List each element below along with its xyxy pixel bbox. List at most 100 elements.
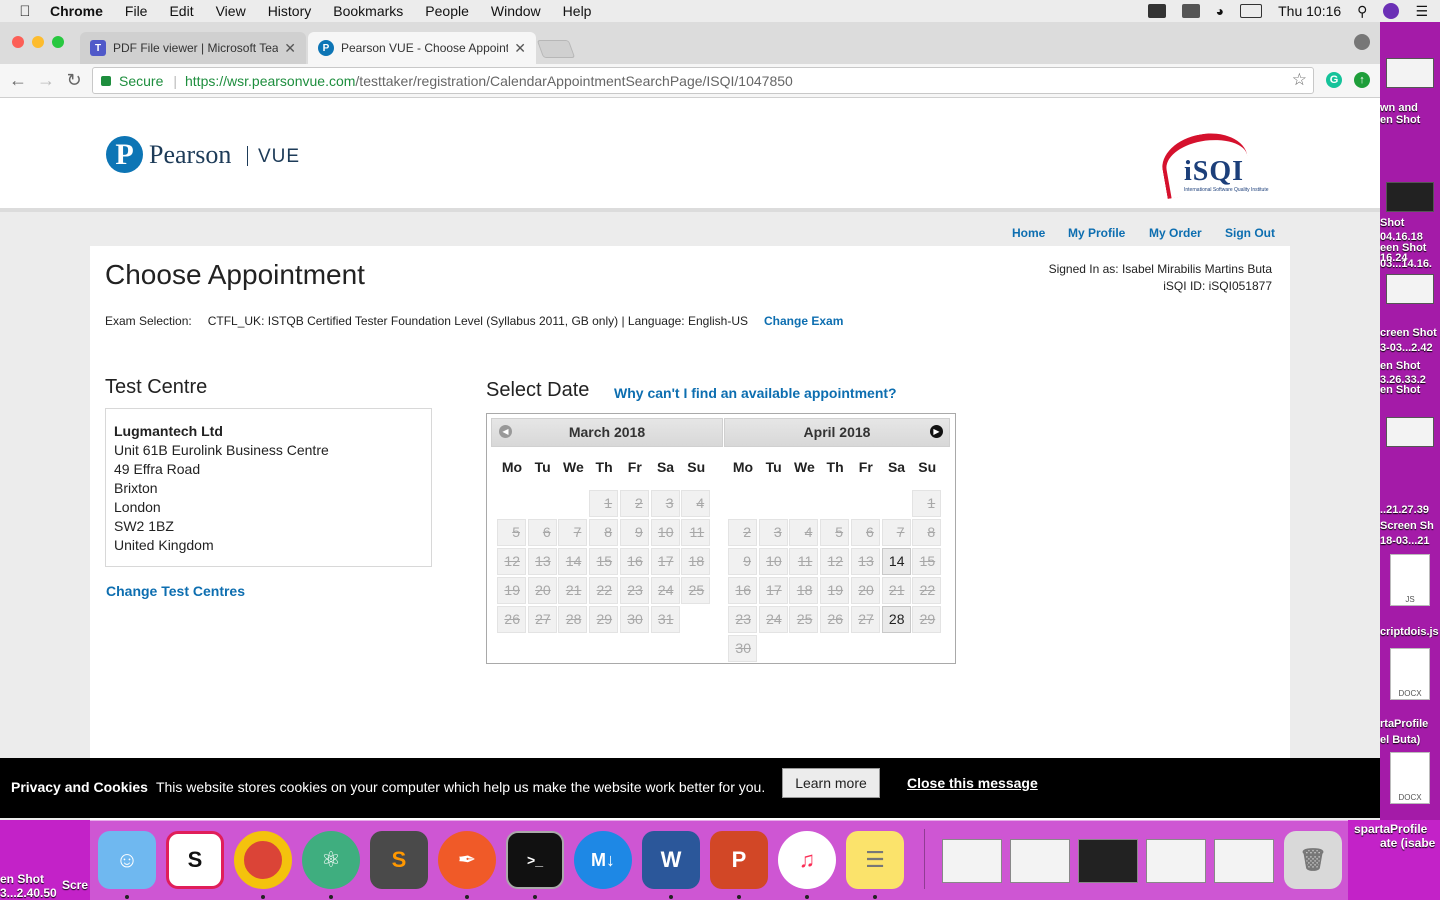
menu-bookmarks[interactable]: Bookmarks xyxy=(333,3,403,19)
powerpoint-icon[interactable]: P xyxy=(710,831,768,889)
running-indicator xyxy=(465,895,469,899)
window-minimize-button[interactable] xyxy=(32,36,44,48)
calendar-day-unavailable: 16 xyxy=(728,577,757,604)
notes-icon[interactable]: ☰ xyxy=(846,831,904,889)
isqi-logo-text: iSQI xyxy=(1184,156,1245,187)
menu-view[interactable]: View xyxy=(216,3,246,19)
grammarly-extension-icon[interactable]: G xyxy=(1326,72,1342,88)
change-exam-link[interactable]: Change Exam xyxy=(764,314,843,328)
calendar-day-unavailable: 3 xyxy=(758,519,788,546)
window-close-button[interactable] xyxy=(12,36,24,48)
apple-menu-icon[interactable]:  xyxy=(0,3,50,20)
calendar-day-unavailable: 20 xyxy=(527,577,557,604)
next-month-icon[interactable]: ▶ xyxy=(930,425,943,438)
bookmark-star-icon[interactable]: ☆ xyxy=(1292,70,1307,90)
calendar-day-unavailable: 5 xyxy=(497,519,526,546)
terminal-icon[interactable]: >_ xyxy=(506,831,564,889)
nav-sign-out-link[interactable]: Sign Out xyxy=(1225,226,1275,240)
notification-center-icon[interactable]: ☰ xyxy=(1415,3,1428,20)
postman-icon[interactable]: ✒ xyxy=(438,831,496,889)
pearson-logo-icon[interactable]: P xyxy=(106,136,143,173)
minimized-window-thumbnail[interactable] xyxy=(942,839,1002,883)
finder-icon[interactable]: ☺ xyxy=(98,831,156,889)
airplay-icon[interactable] xyxy=(1181,4,1200,18)
previous-month-icon[interactable]: ◀ xyxy=(499,425,512,438)
weekday-label: Th xyxy=(595,459,613,475)
why-no-appointment-link[interactable]: Why can't I find an available appointmen… xyxy=(614,385,897,401)
nav-my-order-link[interactable]: My Order xyxy=(1149,226,1202,240)
desktop-js-file-icon[interactable]: JS xyxy=(1390,554,1430,606)
desktop-file-thumbnail[interactable] xyxy=(1386,182,1434,212)
nav-my-profile-link[interactable]: My Profile xyxy=(1068,226,1125,240)
calendar-day-unavailable: 9 xyxy=(728,548,757,575)
desktop-docx-file-icon[interactable]: DOCX xyxy=(1390,648,1430,700)
desktop-file-thumbnail[interactable] xyxy=(1386,274,1434,304)
running-indicator xyxy=(329,895,333,899)
calendar-day-unavailable: 18 xyxy=(681,548,711,575)
browser-toolbar: ← → ↻ Secure | https://wsr.pearsonvue.co… xyxy=(0,64,1380,98)
tab-strip: T PDF File viewer | Microsoft Teams ✕ P … xyxy=(0,22,1380,64)
tab-close-icon[interactable]: ✕ xyxy=(514,40,526,57)
menu-window[interactable]: Window xyxy=(491,3,541,19)
menu-people[interactable]: People xyxy=(425,3,469,19)
close-cookie-message-link[interactable]: Close this message xyxy=(907,775,1038,791)
macdown-icon[interactable]: M↓ xyxy=(574,831,632,889)
minimized-window-thumbnail[interactable] xyxy=(1146,839,1206,883)
tab-close-icon[interactable]: ✕ xyxy=(284,40,296,57)
chrome-icon[interactable] xyxy=(234,831,292,889)
minimized-window-thumbnail[interactable] xyxy=(1214,839,1274,883)
elephant-icon[interactable] xyxy=(1147,4,1166,18)
calendar-day-unavailable: 30 xyxy=(728,635,757,662)
siri-icon[interactable] xyxy=(1383,3,1400,19)
desktop-file-label: 3...2.40.50 xyxy=(0,886,57,900)
calendar-day-unavailable: 1 xyxy=(589,490,619,517)
menu-history[interactable]: History xyxy=(268,3,312,19)
learn-more-button[interactable]: Learn more xyxy=(782,768,880,798)
trash-icon[interactable]: 🗑 xyxy=(1284,831,1342,889)
desktop-file-thumbnail[interactable] xyxy=(1386,417,1434,447)
minimized-window-thumbnail[interactable] xyxy=(1078,839,1138,883)
desktop-docx-file-icon[interactable]: DOCX xyxy=(1390,752,1430,804)
change-test-centres-link[interactable]: Change Test Centres xyxy=(106,583,245,599)
test-centre-box: Lugmantech Ltd Unit 61B Eurolink Busines… xyxy=(105,408,432,567)
menubar-clock[interactable]: Thu 10:16 xyxy=(1278,3,1341,19)
chrome-profile-icon[interactable] xyxy=(1354,34,1370,50)
calendar-day-available[interactable]: 28 xyxy=(881,606,911,633)
address-bar[interactable]: Secure | https://wsr.pearsonvue.com /tes… xyxy=(92,67,1314,94)
wifi-icon[interactable]: ◕ xyxy=(1216,3,1224,19)
weekday-label: Th xyxy=(826,459,844,475)
menu-edit[interactable]: Edit xyxy=(169,3,193,19)
menu-file[interactable]: File xyxy=(125,3,148,19)
site-header: P Pearson VUE iSQI International Softwar… xyxy=(0,98,1380,212)
window-maximize-button[interactable] xyxy=(52,36,64,48)
tab-teams[interactable]: T PDF File viewer | Microsoft Teams ✕ xyxy=(80,32,306,64)
reload-icon[interactable]: ↻ xyxy=(64,70,84,91)
pearson-icon: P xyxy=(318,40,334,56)
back-arrow-icon[interactable]: ← xyxy=(8,70,28,91)
calendar-day-unavailable: 3 xyxy=(650,490,680,517)
forward-arrow-icon[interactable]: → xyxy=(36,70,56,91)
calendar-day-unavailable: 19 xyxy=(497,577,526,604)
itunes-icon[interactable]: ♫ xyxy=(778,831,836,889)
secure-label: Secure xyxy=(119,72,164,89)
slack-icon[interactable]: S xyxy=(166,831,224,889)
atom-icon[interactable]: ⚛ xyxy=(302,831,360,889)
dock-separator xyxy=(924,829,925,889)
sublime-text-icon[interactable]: S xyxy=(370,831,428,889)
tab-pearson[interactable]: P Pearson VUE - Choose Appointment ✕ xyxy=(308,32,536,64)
calendar-day-available[interactable]: 14 xyxy=(881,548,911,575)
battery-icon[interactable] xyxy=(1240,4,1263,18)
calendar-day-unavailable: 27 xyxy=(850,606,880,633)
new-tab-button[interactable] xyxy=(536,40,576,58)
calendar-day-unavailable: 29 xyxy=(589,606,619,633)
menu-help[interactable]: Help xyxy=(563,3,592,19)
calendar-day-unavailable: 1 xyxy=(912,490,942,517)
word-icon[interactable]: W xyxy=(642,831,700,889)
desktop-file-label: Shot xyxy=(1380,217,1405,229)
nav-home-link[interactable]: Home xyxy=(1012,226,1045,240)
minimized-window-thumbnail[interactable] xyxy=(1010,839,1070,883)
menu-app-name[interactable]: Chrome xyxy=(50,3,103,19)
upload-extension-icon[interactable]: ↑ xyxy=(1354,72,1370,88)
spotlight-search-icon[interactable]: ⚲ xyxy=(1357,3,1367,20)
desktop-file-thumbnail[interactable] xyxy=(1386,58,1434,88)
